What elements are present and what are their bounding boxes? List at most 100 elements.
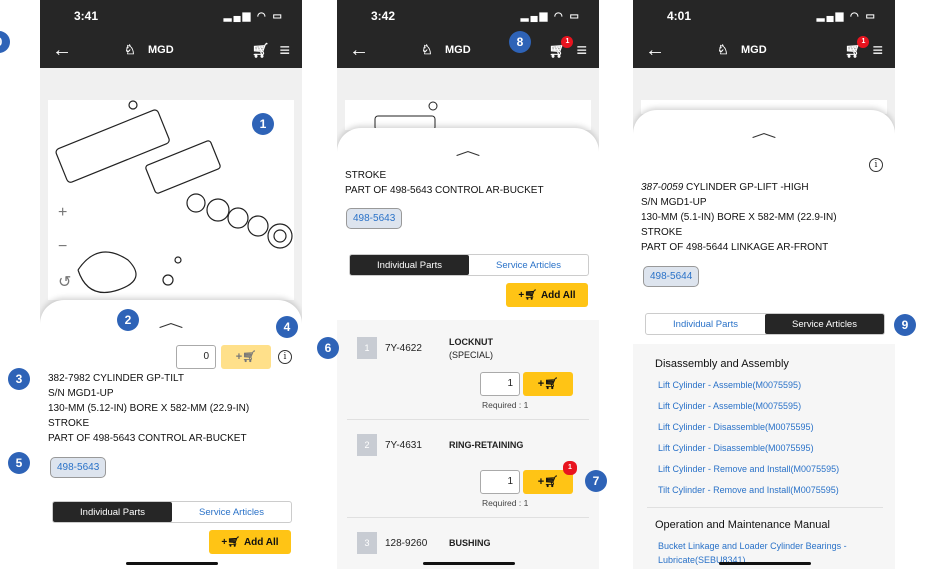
nav-bar: ← ♘ MGD 🛒︎ ≡ [40, 32, 302, 68]
signal-wifi-battery-icon: ▂▄▆ ◠ ▭ [520, 10, 581, 22]
part-description: STROKE PART OF 498-5643 CONTROL AR-BUCKE… [345, 170, 544, 196]
add-to-cart-button[interactable]: +🛒︎ 1 [523, 461, 577, 494]
part-number[interactable]: 7Y-4631 [385, 440, 422, 451]
part-name: RING-RETAINING [449, 440, 524, 450]
parent-part-link[interactable]: 498-5643 [50, 457, 107, 478]
article-link[interactable]: Lift Cylinder - Assemble(M0075595) [658, 401, 801, 411]
cart-count-badge: 1 [857, 35, 870, 48]
info-icon[interactable]: i [278, 350, 292, 364]
cart-icon[interactable]: 🛒︎ 1 [549, 35, 574, 59]
cart-icon[interactable]: 🛒︎ [252, 42, 270, 59]
callout-3: 3 [8, 368, 30, 390]
details-sheet: ︿ 0 +🛒︎ i 382-7982 CYLINDER GP-TILT S/N … [40, 300, 302, 569]
machine-icon: ♘ [421, 42, 433, 57]
details-sheet: ︿ STROKE PART OF 498-5643 CONTROL AR-BUC… [337, 128, 599, 569]
reset-view-icon[interactable]: ↺ [58, 272, 71, 292]
add-to-cart-button[interactable]: +🛒︎ [221, 345, 271, 369]
hamburger-menu-icon[interactable]: ≡ [576, 40, 587, 61]
status-bar: 3:41 ▂▄▆ ◠ ▭ [40, 0, 302, 32]
callout-8: 8 [509, 31, 531, 53]
tab-individual-parts[interactable]: Individual Parts [646, 314, 765, 334]
tab-individual-parts[interactable]: Individual Parts [350, 255, 469, 275]
screen-2: 3:42 ▂▄▆ ◠ ▭ ← ♘ MGD 🛒︎ 1 ≡ ︿ STROKE PART… [337, 0, 599, 569]
machine-icon: ♘ [717, 42, 729, 57]
callout-1: 1 [252, 113, 274, 135]
info-icon[interactable]: i [869, 158, 883, 172]
item-index: 2 [357, 434, 377, 456]
details-sheet: ︿ i 387-0059 CYLINDER GP-LIFT -HIGH S/N … [633, 110, 895, 569]
status-bar: 3:42 ▂▄▆ ◠ ▭ [337, 0, 599, 32]
callout-2: 2 [117, 309, 139, 331]
tab-individual-parts[interactable]: Individual Parts [53, 502, 172, 522]
article-link[interactable]: Lift Cylinder - Disassemble(M0075595) [658, 443, 814, 453]
callout-7: 7 [585, 470, 607, 492]
home-indicator [423, 562, 515, 565]
tab-service-articles[interactable]: Service Articles [172, 502, 291, 522]
nav-bar: ← ♘ MGD 🛒︎ 1 ≡ [337, 32, 599, 68]
home-indicator [719, 562, 811, 565]
cart-icon[interactable]: 🛒︎ 1 [845, 35, 870, 59]
status-bar: 4:01 ▂▄▆ ◠ ▭ [633, 0, 895, 32]
article-link[interactable]: Bucket Linkage and Loader Cylinder Beari… [658, 541, 847, 551]
view-tabs: Individual Parts Service Articles [645, 313, 885, 335]
callout-6: 6 [317, 337, 339, 359]
parent-part-link[interactable]: 498-5644 [643, 266, 700, 287]
part-name: BUSHING [449, 538, 491, 548]
article-link[interactable]: Lift Cylinder - Remove and Install(M0075… [658, 464, 839, 474]
back-arrow-icon[interactable]: ← [645, 39, 675, 62]
screen-3: 4:01 ▂▄▆ ◠ ▭ ← ♘ MGD 🛒︎ 1 ≡ ︿ i 387-0059 … [633, 0, 895, 569]
parent-part-link[interactable]: 498-5643 [346, 208, 403, 229]
hamburger-menu-icon[interactable]: ≡ [872, 40, 883, 61]
home-indicator [126, 562, 218, 565]
callout-4: 4 [276, 316, 298, 338]
tab-service-articles[interactable]: Service Articles [469, 255, 588, 275]
clock: 3:42 [371, 9, 396, 23]
part-name: LOCKNUT (SPECIAL) [449, 337, 494, 360]
cart-count-badge: 1 [561, 35, 574, 48]
part-number[interactable]: 7Y-4622 [385, 343, 422, 354]
part-number[interactable]: 128-9260 [385, 538, 427, 549]
view-tabs: Individual Parts Service Articles [349, 254, 589, 276]
added-count-badge: 1 [563, 461, 577, 475]
view-tabs: Individual Parts Service Articles [52, 501, 292, 523]
divider [347, 517, 589, 518]
parts-diagram[interactable] [345, 100, 591, 131]
callout-5: 5 [8, 452, 30, 474]
divider [347, 419, 589, 420]
cart-plus-icon: +🛒︎ [518, 289, 537, 301]
quantity-input[interactable]: 0 [176, 345, 216, 369]
signal-wifi-battery-icon: ▂▄▆ ◠ ▭ [223, 10, 284, 22]
hamburger-menu-icon[interactable]: ≡ [279, 40, 290, 61]
zoom-in-button[interactable]: + [58, 204, 67, 222]
section-heading: Disassembly and Assembly [655, 358, 789, 370]
back-arrow-icon[interactable]: ← [349, 39, 379, 62]
page-title: MGD [741, 44, 767, 56]
machine-icon: ♘ [124, 42, 136, 57]
part-description: 387-0059 CYLINDER GP-LIFT -HIGH S/N MGD1… [641, 182, 837, 253]
chevron-up-icon[interactable]: ︿ [455, 140, 480, 160]
add-all-button[interactable]: +🛒︎ Add All [209, 530, 291, 554]
articles-panel [633, 344, 895, 569]
required-qty: Required : 1 [482, 498, 529, 508]
quantity-input[interactable]: 1 [480, 372, 520, 396]
section-heading: Operation and Maintenance Manual [655, 519, 830, 531]
clock: 4:01 [667, 9, 692, 23]
chevron-up-icon[interactable]: ︿ [158, 312, 183, 332]
zoom-out-button[interactable]: − [58, 238, 67, 256]
article-link[interactable]: Lift Cylinder - Assemble(M0075595) [658, 380, 801, 390]
back-arrow-icon[interactable]: ← [52, 39, 82, 62]
cart-plus-icon: +🛒︎ [221, 536, 240, 548]
page-title: MGD [445, 44, 471, 56]
nav-bar: ← ♘ MGD 🛒︎ 1 ≡ [633, 32, 895, 68]
quantity-input[interactable]: 1 [480, 470, 520, 494]
chevron-up-icon[interactable]: ︿ [751, 122, 776, 142]
add-all-button[interactable]: +🛒︎ Add All [506, 283, 588, 307]
item-index: 1 [357, 337, 377, 359]
article-link[interactable]: Tilt Cylinder - Remove and Install(M0075… [658, 485, 839, 495]
article-link[interactable]: Lift Cylinder - Disassemble(M0075595) [658, 422, 814, 432]
screen-1: 3:41 ▂▄▆ ◠ ▭ ← ♘ MGD 🛒︎ ≡ + − ↺ ︿ 0 +🛒︎ [40, 0, 302, 569]
part-description: 382-7982 CYLINDER GP-TILT S/N MGD1-UP 13… [48, 373, 250, 444]
add-to-cart-button[interactable]: +🛒︎ [523, 372, 573, 396]
item-index: 3 [357, 532, 377, 554]
tab-service-articles[interactable]: Service Articles [765, 314, 884, 334]
